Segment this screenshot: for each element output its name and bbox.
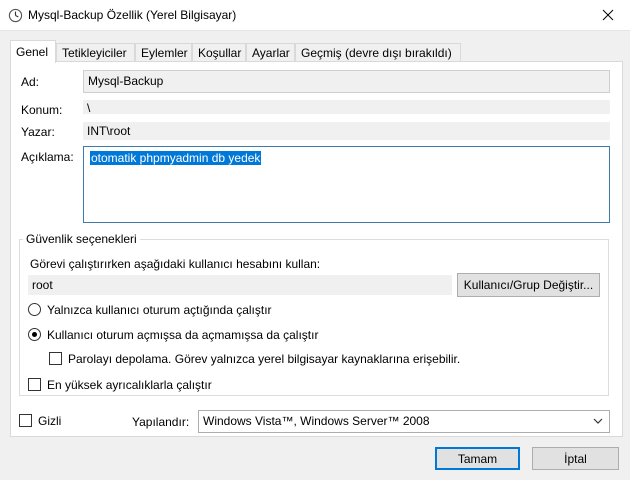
- chevron-down-icon: [593, 418, 603, 424]
- run-only-logged-on-radio[interactable]: [28, 303, 41, 316]
- tab-label: Ayarlar: [252, 46, 290, 60]
- hidden-checkbox[interactable]: [19, 414, 32, 427]
- change-user-group-button[interactable]: Kullanıcı/Grup Değiştir...: [457, 273, 600, 297]
- general-panel: Ad: Mysql-Backup Konum: \ Yazar: INT\roo…: [10, 61, 623, 437]
- name-label: Ad:: [21, 75, 40, 89]
- change-user-group-label: Kullanıcı/Grup Değiştir...: [463, 278, 594, 292]
- window-title: Mysql-Backup Özellik (Yerel Bilgisayar): [28, 8, 237, 22]
- tab-label: Genel: [16, 45, 49, 59]
- do-not-store-password-checkbox[interactable]: [49, 352, 62, 365]
- highest-privileges-checkbox[interactable]: [28, 378, 41, 391]
- description-textarea[interactable]: otomatik phpmyadmin db yedek: [83, 146, 610, 223]
- configure-for-label: Yapılandır:: [132, 415, 190, 429]
- close-button[interactable]: [586, 0, 630, 30]
- location-value: \: [83, 100, 610, 115]
- author-label: Yazar:: [21, 125, 55, 139]
- hidden-label: Gizli: [38, 414, 62, 428]
- cancel-label: İptal: [564, 451, 587, 466]
- configure-for-value: Windows Vista™, Windows Server™ 2008: [203, 414, 430, 428]
- account-prompt: Görevi çalıştırırken aşağıdaki kullanıcı…: [30, 257, 321, 271]
- task-scheduler-icon: [8, 8, 23, 23]
- account-field: root: [28, 275, 452, 295]
- security-options-title: Güvenlik seçenekleri: [23, 232, 140, 246]
- tab-settings[interactable]: Ayarlar: [246, 43, 295, 62]
- tab-label: Koşullar: [198, 46, 242, 60]
- tab-conditions[interactable]: Koşullar: [192, 43, 246, 62]
- description-text: otomatik phpmyadmin db yedek: [90, 151, 262, 165]
- do-not-store-password-label: Parolayı depolama. Görev yalnızca yerel …: [68, 352, 461, 366]
- configure-for-select[interactable]: Windows Vista™, Windows Server™ 2008: [198, 410, 610, 433]
- close-icon: [602, 9, 614, 21]
- ok-label: Tamam: [457, 451, 498, 466]
- ok-button[interactable]: Tamam: [435, 447, 520, 470]
- tab-label: Geçmiş (devre dışı bırakıldı): [301, 46, 452, 60]
- tab-actions[interactable]: Eylemler: [135, 43, 192, 62]
- run-only-logged-on-label: Yalnızca kullanıcı oturum açtığında çalı…: [47, 303, 272, 317]
- location-label: Konum:: [21, 103, 63, 117]
- title-bar: Mysql-Backup Özellik (Yerel Bilgisayar): [0, 0, 630, 31]
- tab-triggers[interactable]: Tetikleyiciler: [56, 43, 135, 62]
- highest-privileges-label: En yüksek ayrıcalıklarla çalıştır: [47, 378, 212, 392]
- description-label: Açıklama:: [21, 150, 74, 164]
- run-whether-logged-on-radio[interactable]: [28, 328, 41, 341]
- tab-history[interactable]: Geçmiş (devre dışı bırakıldı): [295, 43, 461, 62]
- author-value: INT\root: [83, 122, 610, 140]
- tab-general[interactable]: Genel: [10, 40, 56, 63]
- tab-label: Tetikleyiciler: [62, 46, 127, 60]
- cancel-button[interactable]: İptal: [532, 447, 619, 470]
- name-field[interactable]: Mysql-Backup: [83, 70, 610, 93]
- tab-label: Eylemler: [141, 46, 188, 60]
- run-whether-logged-on-label: Kullanıcı oturum açmışsa da açmamışsa da…: [47, 328, 319, 342]
